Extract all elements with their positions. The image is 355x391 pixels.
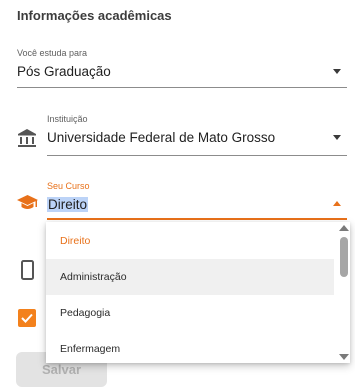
chevron-down-icon[interactable] xyxy=(333,135,341,140)
dropdown-option-administracao[interactable]: Administração xyxy=(46,259,334,295)
dropdown-option-pedagogia[interactable]: Pedagogia xyxy=(46,295,334,331)
institution-underline xyxy=(47,155,347,156)
study-level-underline xyxy=(17,87,347,88)
chevron-down-icon[interactable] xyxy=(333,69,341,74)
scrollbar-thumb[interactable] xyxy=(340,237,348,277)
dropdown-scrollbar[interactable] xyxy=(336,222,350,363)
course-value: Direito xyxy=(47,197,89,212)
study-level-value: Pós Graduação xyxy=(17,64,111,79)
section-title: Informações acadêmicas xyxy=(17,8,172,23)
dropdown-option-enfermagem[interactable]: Enfermagem xyxy=(46,331,334,363)
study-level-label: Você estuda para xyxy=(17,48,88,58)
checkbox-checked-icon[interactable] xyxy=(18,309,36,327)
course-dropdown-menu: Direito Administração Pedagogia Enfermag… xyxy=(46,222,350,363)
graduation-cap-icon xyxy=(17,195,38,212)
scroll-down-arrow-icon[interactable] xyxy=(339,354,349,360)
course-label: Seu Curso xyxy=(47,181,90,191)
chevron-up-icon[interactable] xyxy=(333,201,341,206)
institution-label: Instituição xyxy=(47,114,88,124)
dropdown-option-direito[interactable]: Direito xyxy=(46,223,334,259)
scroll-up-arrow-icon[interactable] xyxy=(339,225,349,231)
course-underline xyxy=(47,218,347,220)
institution-value: Universidade Federal de Mato Grosso xyxy=(47,130,276,145)
course-select[interactable]: Seu Curso Direito xyxy=(47,181,347,220)
course-value-text: Direito xyxy=(47,197,89,212)
bank-icon xyxy=(17,128,37,148)
institution-select[interactable]: Instituição Universidade Federal de Mato… xyxy=(47,114,347,156)
smartphone-icon xyxy=(21,260,34,280)
study-level-select[interactable]: Você estuda para Pós Graduação xyxy=(17,48,347,88)
